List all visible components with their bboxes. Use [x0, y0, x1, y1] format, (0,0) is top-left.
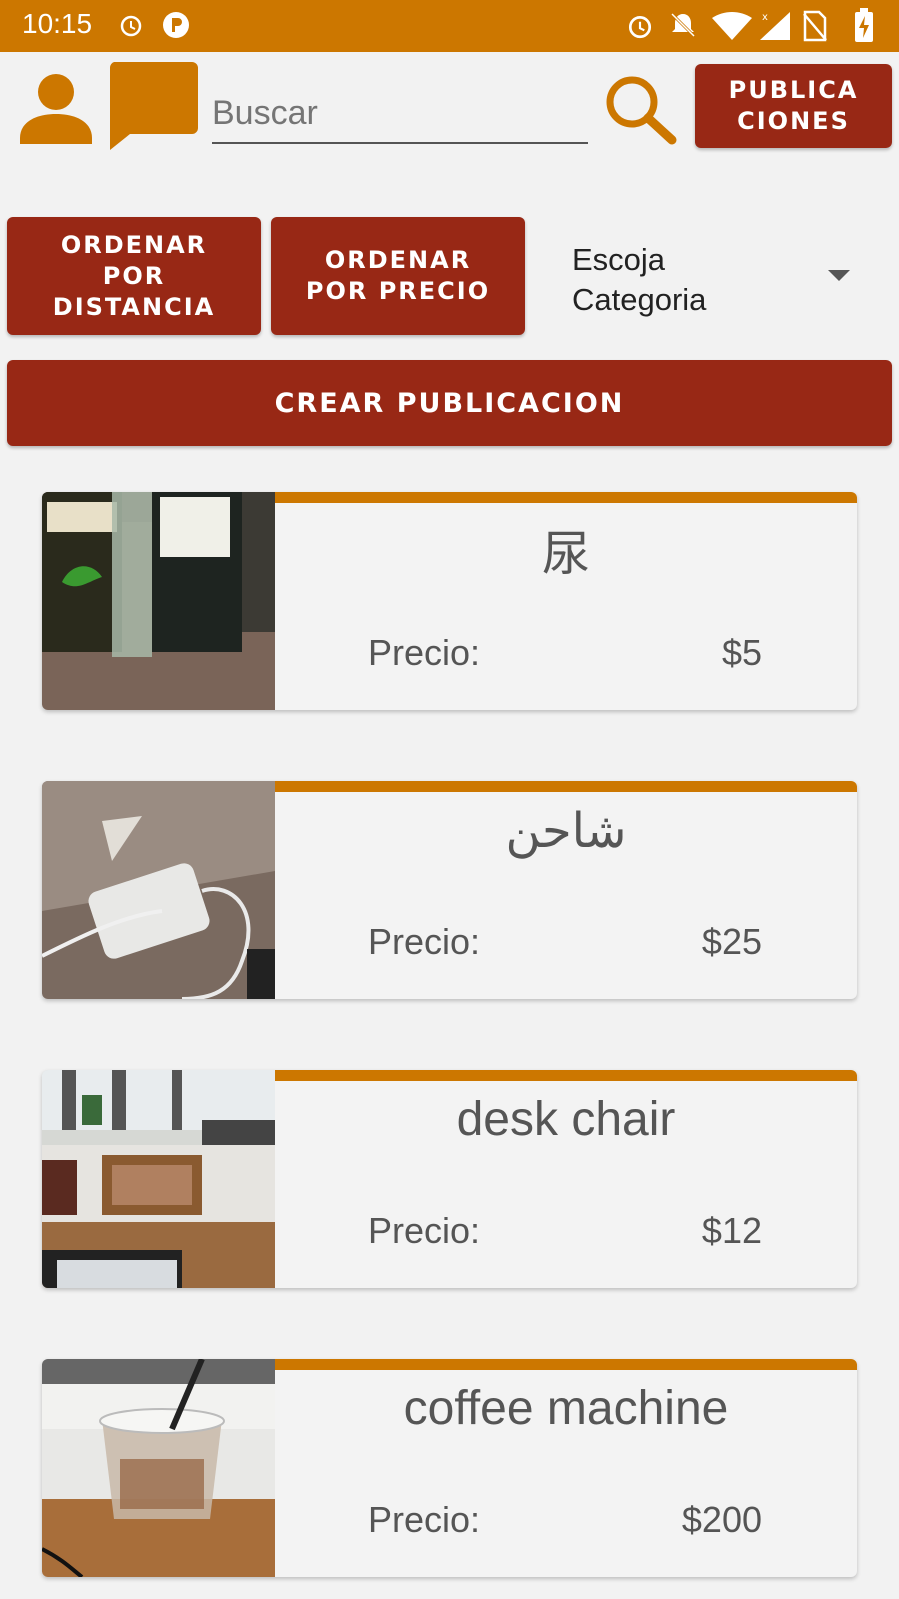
notifications-off-icon — [670, 12, 696, 38]
p-app-icon — [163, 12, 189, 38]
search-field[interactable] — [212, 84, 588, 144]
chat-icon[interactable] — [108, 62, 198, 152]
listing-card[interactable]: coffee machine Precio: $200 — [42, 1359, 857, 1577]
card-accent-bar — [275, 781, 857, 792]
card-accent-bar — [275, 1070, 857, 1081]
card-accent-bar — [275, 1359, 857, 1370]
card-accent-bar — [275, 492, 857, 503]
battery-charging-icon — [855, 8, 873, 42]
signal-icon: x — [760, 12, 790, 40]
price-label: Precio: — [368, 1210, 481, 1251]
sort-by-distance-button[interactable]: ORDENAR POR DISTANCIA — [7, 217, 261, 335]
no-sim-icon — [803, 10, 827, 42]
status-time: 10:15 — [22, 8, 93, 39]
svg-text:x: x — [762, 12, 768, 23]
price-label: Precio: — [368, 921, 481, 962]
desk-chair-photo — [42, 1070, 275, 1288]
sort-by-price-button[interactable]: ORDENAR POR PRECIO — [271, 217, 525, 335]
search-icon[interactable] — [604, 76, 684, 146]
search-input[interactable] — [212, 88, 588, 138]
coffee-cup-photo — [42, 1359, 275, 1577]
category-dropdown-value: Escoja Categoria — [572, 242, 707, 317]
listing-card[interactable]: شاحن Precio: $25 — [42, 781, 857, 999]
publicaciones-button[interactable]: PUBLICA CIONES — [695, 64, 892, 148]
alarm-icon — [628, 16, 652, 39]
listing-card[interactable]: desk chair Precio: $12 — [42, 1070, 857, 1288]
price-label: Precio: — [368, 632, 481, 673]
listing-title: desk chair — [456, 1093, 676, 1146]
listing-price: $5 — [721, 632, 762, 673]
charger-photo — [42, 781, 275, 999]
profile-icon[interactable] — [20, 72, 92, 144]
dropdown-arrow-icon — [828, 270, 850, 281]
price-label: Precio: — [368, 1499, 481, 1540]
listing-title: coffee machine — [403, 1382, 729, 1435]
listing-price: $200 — [681, 1499, 762, 1540]
listing-price: $25 — [701, 921, 762, 962]
drink-bottle-photo — [42, 492, 275, 710]
status-bar: 10:15 x — [0, 0, 899, 52]
category-dropdown[interactable]: Escoja Categoria — [572, 234, 862, 324]
wifi-icon — [712, 12, 752, 40]
listing-title: شاحن — [505, 805, 627, 858]
alarm-icon — [120, 15, 142, 37]
create-publication-button[interactable]: CREAR PUBLICACION — [7, 360, 892, 446]
listing-title: 尿 — [541, 528, 590, 581]
listing-card[interactable]: 尿 Precio: $5 — [42, 492, 857, 710]
listing-price: $12 — [701, 1210, 762, 1251]
